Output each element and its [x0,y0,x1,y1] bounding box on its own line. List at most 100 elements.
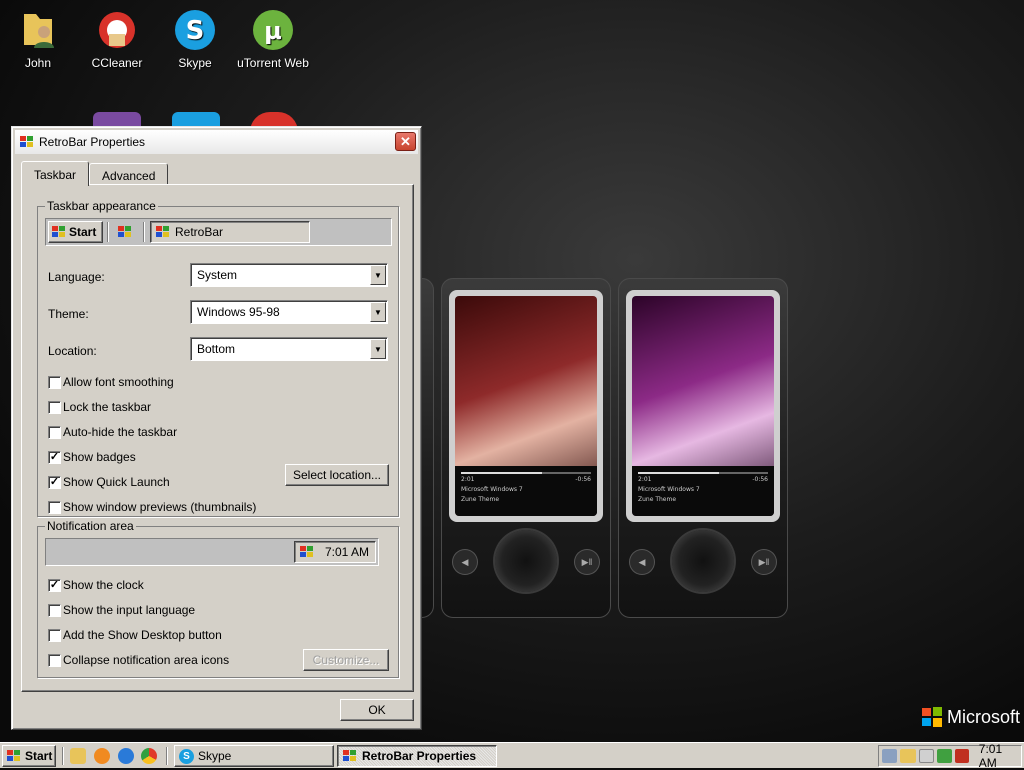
dialog-title: RetroBar Properties [39,135,146,149]
microsoft-branding: Microsoft [921,706,1020,728]
taskbar-appearance-group: Taskbar appearance Start RetroBar Langua… [37,199,399,517]
checkbox-label: Lock the taskbar [63,400,152,414]
desktop-icon-utorrent-web[interactable]: µ uTorrent Web [231,8,315,70]
ok-button[interactable]: OK [340,699,414,721]
taskbar-window-skype[interactable]: S Skype [174,745,334,767]
tray-clock[interactable]: 7:01 AM [979,742,1021,770]
taskbar: Start S Skype RetroBar Properties 7:01 A… [0,742,1024,770]
player-prev-icon: ◀ [630,550,654,574]
language-value: System [197,268,238,282]
tab-advanced[interactable]: Advanced [89,163,169,185]
wallpaper-player-red: 2:01 -0:56 Microsoft Windows 7 Zune Them… [441,278,611,618]
desktop-icon-ccleaner[interactable]: CCleaner [75,8,159,70]
show-badges-checkbox[interactable]: ✓ Show badges [48,450,136,464]
checkbox-box [48,425,61,439]
preview-separator [107,222,109,242]
start-label: Start [25,749,53,763]
checkbox-label: Auto-hide the taskbar [63,425,178,439]
checkbox-box [48,375,61,389]
add-show-desktop-checkbox[interactable]: Add the Show Desktop button [48,628,222,642]
location-value: Bottom [197,342,236,356]
group-legend: Notification area [45,519,136,533]
player-prev-icon: ◀ [453,550,477,574]
checkbox-label: Show the input language [63,603,196,617]
tray-app-icon[interactable] [882,749,898,763]
group-legend: Taskbar appearance [45,199,158,213]
taskbar-separator [62,747,64,765]
show-window-previews-checkbox[interactable]: Show window previews (thumbnails) [48,500,256,514]
desktop-icon-john[interactable]: John [0,8,80,70]
checkbox-label: Collapse notification area icons [63,653,230,667]
tray-folder-icon[interactable] [900,749,916,763]
select-location-button[interactable]: Select location... [285,464,389,486]
customize-button[interactable]: Customize... [303,649,389,671]
taskbar-separator [166,747,168,765]
utorrent-icon: µ [253,10,293,50]
start-button[interactable]: Start [2,745,56,767]
show-input-language-checkbox[interactable]: Show the input language [48,603,195,617]
show-quick-launch-checkbox[interactable]: ✓ Show Quick Launch [48,475,170,489]
player-progress-fill [638,472,719,474]
preview-window-button: RetroBar [150,221,310,243]
dialog-titlebar[interactable]: RetroBar Properties ✕ [15,130,418,154]
auto-hide-taskbar-checkbox[interactable]: Auto-hide the taskbar [48,425,177,439]
language-select[interactable]: System ▼ [190,263,388,287]
checkbox-box [48,400,61,414]
checkbox-label: Add the Show Desktop button [63,628,222,642]
location-select[interactable]: Bottom ▼ [190,337,388,361]
chevron-down-icon[interactable]: ▼ [370,302,386,322]
user-folder-icon [24,14,54,48]
taskbar-window-retrobar-properties[interactable]: RetroBar Properties [337,745,497,767]
quick-launch-chrome-icon[interactable] [141,748,157,764]
wallpaper-player-pink: 2:01 -0:56 Microsoft Windows 7 Zune Them… [618,278,788,618]
taskbar-tab-panel: Taskbar appearance Start RetroBar Langua… [21,184,414,692]
tray-shield-icon[interactable] [918,749,935,763]
checkbox-box [48,500,61,514]
windows-flag-icon [6,749,22,763]
collapse-notification-icons-checkbox[interactable]: Collapse notification area icons [48,653,229,667]
preview-separator [143,222,145,242]
checkbox-label: Show Quick Launch [63,475,170,489]
skype-icon: S [175,10,215,50]
player-pad-icon [672,530,734,592]
player-track-subtitle: Zune Theme [461,496,500,503]
checkbox-label: Show badges [63,450,136,464]
chevron-down-icon[interactable]: ▼ [370,339,386,359]
tray-network-icon[interactable] [937,749,953,763]
player-track-subtitle: Zune Theme [638,496,677,503]
checkbox-label: Show the clock [63,578,144,592]
skype-icon: S [179,748,194,764]
quick-launch-media-player-icon[interactable] [94,748,110,764]
close-button[interactable]: ✕ [395,132,416,151]
chevron-down-icon[interactable]: ▼ [370,265,386,285]
svg-text:S: S [186,16,205,46]
close-icon: ✕ [400,133,411,149]
player-play-pause-icon: ▶‖ [575,550,599,574]
theme-select[interactable]: Windows 95-98 ▼ [190,300,388,324]
desktop-icon-label: Skype [178,56,212,70]
ccleaner-icon [99,12,135,48]
checkbox-box [48,603,61,617]
location-label: Location: [48,344,97,358]
allow-font-smoothing-checkbox[interactable]: Allow font smoothing [48,375,174,389]
quick-launch-folder-icon[interactable] [70,748,86,764]
desktop-icon-skype[interactable]: S Skype [153,8,237,70]
theme-value: Windows 95-98 [197,305,280,319]
preview-clock: 7:01 AM [325,545,370,559]
retrobar-app-icon [342,749,358,763]
player-pad-icon [495,530,557,592]
dialog-tabs: Taskbar Advanced [21,161,169,186]
checkbox-label: Allow font smoothing [63,375,174,389]
svg-text:µ: µ [264,17,282,45]
quick-launch-ie-icon[interactable] [118,748,134,764]
retrobar-app-icon [299,545,315,559]
player-time-remaining: -0:56 [752,476,768,483]
tab-taskbar[interactable]: Taskbar [21,161,90,186]
lock-taskbar-checkbox[interactable]: Lock the taskbar [48,400,151,414]
tray-volume-icon[interactable] [955,749,969,763]
player-progress-fill [461,472,542,474]
preview-tray: 7:01 AM [294,541,376,563]
show-clock-checkbox[interactable]: ✓ Show the clock [48,578,144,592]
player-progress [461,472,591,474]
player-progress [638,472,768,474]
